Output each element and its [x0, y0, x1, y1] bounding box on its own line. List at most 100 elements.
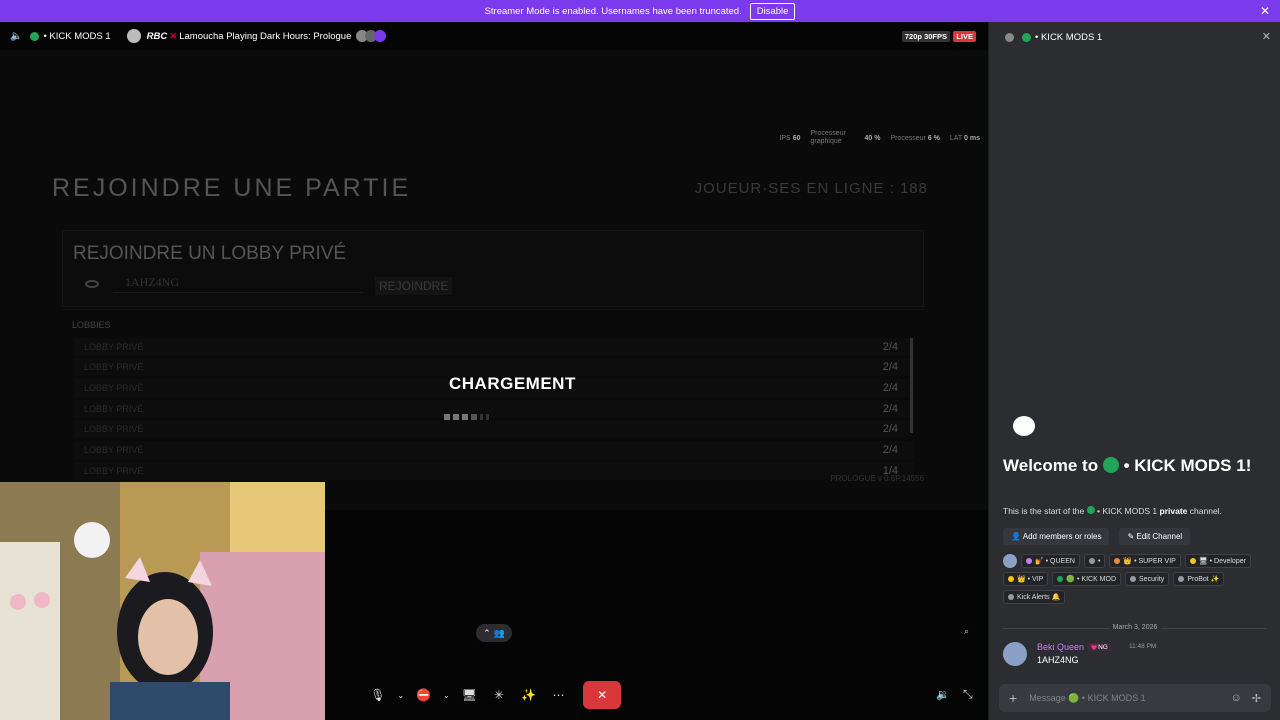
- disable-button[interactable]: Disable: [749, 2, 796, 20]
- role-chip[interactable]: 💅 • QUEEN: [1021, 554, 1080, 568]
- start-text-2: channel.: [1189, 506, 1222, 516]
- screen-share-icon[interactable]: 🖥: [456, 682, 482, 708]
- role-chip[interactable]: 👑 • VIP: [1003, 572, 1049, 586]
- role-color-dot: [1130, 576, 1137, 582]
- lobby-count: 2/4: [882, 361, 898, 373]
- add-members-button[interactable]: 👤 Add members or roles: [1003, 528, 1110, 545]
- add-members-label: Add members or roles: [1022, 532, 1102, 541]
- activities-icon[interactable]: ✳: [486, 682, 512, 708]
- channel-status-dot: [1022, 32, 1031, 42]
- volume-icon[interactable]: 🔉: [936, 688, 950, 701]
- online-players: JOUEUR·SES EN LIGNE : 188: [694, 180, 928, 197]
- mic-options-chevron-icon[interactable]: ⌄: [395, 682, 407, 708]
- loading-dot: [462, 414, 468, 420]
- lat-label: LAT: [949, 134, 963, 142]
- lobby-row[interactable]: LOBBY PRIVÉ 2/4: [74, 400, 914, 418]
- microphone-icon[interactable]: 🎙: [365, 682, 391, 708]
- cpu-value: 6 %: [927, 134, 940, 142]
- close-sidebar-icon[interactable]: ✕: [1262, 30, 1271, 43]
- lobby-row[interactable]: LOBBY PRIVÉ 2/4: [74, 441, 914, 459]
- lobby-row[interactable]: LOBBY PRIVÉ 2/4: [74, 420, 914, 438]
- role-label: 👑 • VIP: [1017, 576, 1044, 583]
- apps-icon[interactable]: ✢: [1252, 692, 1261, 705]
- role-chip[interactable]: 👑 • SUPER VIP: [1109, 554, 1181, 568]
- lat-value: 0 ms: [964, 134, 980, 142]
- lobbies-label: LOBBIES: [72, 320, 111, 330]
- lobby-code-input[interactable]: 1AHZ4NG: [113, 275, 363, 293]
- loading-indicator: [444, 414, 489, 420]
- ips-label: IPS: [779, 134, 791, 142]
- viewer-avatars: [356, 30, 387, 42]
- loading-text: CHARGEMENT: [449, 374, 576, 393]
- role-label: 👑 • SUPER VIP: [1123, 558, 1176, 565]
- end-stream-icon: ✕: [597, 688, 608, 702]
- lobby-name: LOBBY PRIVÉ: [84, 342, 144, 352]
- user-tag: 💗NG: [1087, 643, 1111, 651]
- edit-channel-label: Edit Channel: [1136, 532, 1183, 541]
- lobby-scrollbar[interactable]: [910, 338, 913, 433]
- add-member-icon: 👤: [1011, 532, 1021, 541]
- loading-dot: [486, 414, 489, 420]
- message-input[interactable]: + Message 🟢 • KICK MODS 1 ☺ ✢: [999, 684, 1271, 712]
- role-chip[interactable]: Security: [1125, 572, 1170, 586]
- close-banner-icon[interactable]: ✕: [1260, 4, 1270, 18]
- channel-start-text: This is the start of the • KICK MODS 1 p…: [1003, 506, 1222, 516]
- role-color-dot: [1189, 558, 1196, 564]
- call-controls: 🎙 ⌄ ⛔ ⌄ 🖥 ✳ ✨ ⋯ ✕: [365, 680, 622, 710]
- role-chip[interactable]: 🟢 • KICK MOD: [1052, 572, 1122, 586]
- welcome-title: Welcome to • KICK MODS 1!: [1003, 454, 1263, 478]
- streamer-avatar: [126, 29, 141, 43]
- start-private: private: [1159, 506, 1188, 516]
- edit-channel-button[interactable]: ✎ Edit Channel: [1119, 528, 1191, 545]
- role-list: 💅 • QUEEN • 👑 • SUPER VIP 🖥 • Developer …: [1003, 554, 1273, 604]
- role-chip[interactable]: Kick Alerts 🔔: [1003, 590, 1066, 604]
- chevron-up-icon: ⌃: [483, 627, 491, 638]
- loading-dot: [453, 414, 459, 420]
- message-time: 11:48 PM: [1129, 643, 1157, 650]
- more-options-icon[interactable]: ⋯: [546, 682, 572, 708]
- role-label: Kick Alerts 🔔: [1017, 594, 1061, 601]
- add-attachment-icon[interactable]: +: [1009, 690, 1017, 706]
- speaker-icon[interactable]: 🔈: [10, 31, 22, 42]
- private-lobby-title: REJOINDRE UN LOBBY PRIVÉ: [73, 243, 347, 264]
- loading-dot: [471, 414, 477, 420]
- eye-icon[interactable]: [85, 280, 99, 288]
- zoom-icon[interactable]: ⌕: [964, 626, 969, 637]
- cpu-label: Processeur: [890, 134, 926, 142]
- soundboard-icon[interactable]: ✨: [516, 682, 542, 708]
- lobby-row[interactable]: LOBBY PRIVÉ 1/4: [74, 462, 914, 480]
- role-color-dot: [1008, 594, 1014, 600]
- lobby-row[interactable]: LOBBY PRIVÉ 2/4: [74, 338, 914, 356]
- role-color-dot: [1088, 558, 1095, 564]
- avatar[interactable]: [1003, 642, 1027, 666]
- role-chip[interactable]: •: [1083, 554, 1106, 568]
- message-username[interactable]: Beki Queen: [1037, 642, 1084, 652]
- gpu-value: 40 %: [864, 134, 881, 142]
- start-channel: • KICK MODS 1: [1097, 506, 1158, 516]
- role-label: 🖥 • Developer: [1198, 558, 1246, 565]
- end-stream-button[interactable]: ✕: [583, 681, 622, 709]
- exit-fullscreen-icon[interactable]: ⤡: [963, 687, 973, 702]
- role-color-dot: [1057, 576, 1064, 582]
- channel-status-dot: [1102, 457, 1119, 473]
- role-chip[interactable]: 🖥 • Developer: [1184, 554, 1251, 568]
- role-chip[interactable]: ProBot ✨: [1173, 572, 1225, 586]
- role-avatar: [1003, 554, 1017, 568]
- toggle-participants[interactable]: ⌃ 👥: [476, 624, 512, 642]
- camera-off-icon[interactable]: ⛔: [411, 682, 437, 708]
- ips-value: 60: [792, 134, 801, 142]
- join-button[interactable]: REJOINDRE: [375, 277, 453, 295]
- lobby-name: LOBBY PRIVÉ: [84, 445, 144, 455]
- lobby-count: 2/4: [882, 403, 898, 415]
- private-lobby-panel: REJOINDRE UN LOBBY PRIVÉ 1AHZ4NG REJOIND…: [62, 230, 924, 307]
- lobby-count: 2/4: [882, 341, 898, 353]
- camera-options-chevron-icon[interactable]: ⌄: [440, 682, 452, 708]
- viewer-avatar: [374, 30, 387, 42]
- streamer-mode-banner: Streamer Mode is enabled. Usernames have…: [0, 0, 1280, 22]
- lobby-count: 2/4: [882, 382, 898, 394]
- message-date: March 3, 2026: [989, 624, 1280, 631]
- sidebar-channel-name: • KICK MODS 1: [1035, 31, 1103, 43]
- channel-sidebar: • KICK MODS 1 ✕ Welcome to • KICK MODS 1…: [988, 22, 1280, 720]
- chat-bubble-icon: [1013, 416, 1035, 436]
- emoji-icon[interactable]: ☺: [1231, 692, 1242, 705]
